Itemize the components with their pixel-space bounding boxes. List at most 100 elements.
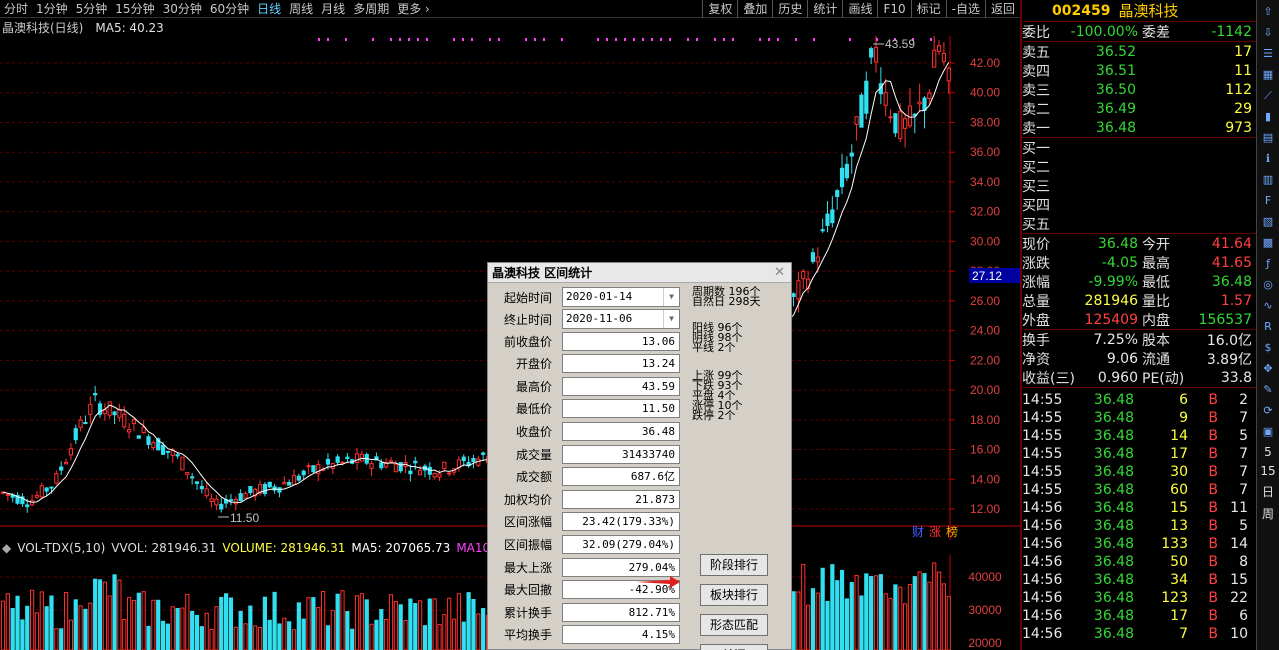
dialog-field-value[interactable]: 687.6亿 — [562, 467, 680, 487]
tool-tab-0[interactable]: 复权 — [702, 0, 737, 18]
sidebar-period-2[interactable]: 日 — [1262, 483, 1274, 500]
dialog-field-value[interactable]: 13.24 — [562, 354, 680, 374]
period-tab-4[interactable]: 30分钟 — [159, 0, 206, 18]
dialog-field-value[interactable]: 279.04% — [562, 557, 680, 577]
bid-row[interactable]: 买四 — [1022, 195, 1256, 214]
refresh-icon[interactable]: ⟳ — [1260, 403, 1276, 419]
tool-tab-7[interactable]: -自选 — [945, 0, 985, 18]
close-icon[interactable]: ✕ — [774, 265, 785, 280]
trend-icon[interactable]: ⟋ — [1260, 88, 1276, 104]
chart-icon[interactable]: ▩ — [1260, 235, 1276, 251]
tool-tab-4[interactable]: 画线 — [842, 0, 877, 18]
dialog-field-value[interactable]: 812.71% — [562, 602, 680, 622]
ask-row[interactable]: 卖二 36.49 29 — [1022, 99, 1256, 118]
bid-row[interactable]: 买二 — [1022, 157, 1256, 176]
period-tab-8[interactable]: 月线 — [317, 0, 349, 18]
period-tab-1[interactable]: 1分钟 — [32, 0, 72, 18]
pencil-icon[interactable]: ✎ — [1260, 382, 1276, 398]
dialog-button-0[interactable]: 阶段排行 — [700, 554, 768, 576]
info-icon[interactable]: ℹ — [1260, 151, 1276, 167]
volume-bar — [262, 596, 267, 650]
dialog-field-label: 开盘价 — [515, 357, 552, 372]
dialog-field-value[interactable]: 4.15% — [562, 625, 680, 645]
dollar-icon[interactable]: $ — [1260, 340, 1276, 356]
period-tab-9[interactable]: 多周期 — [349, 0, 393, 18]
ask-row[interactable]: 卖一 36.48 973 — [1022, 118, 1256, 137]
tool-tab-6[interactable]: 标记 — [910, 0, 946, 18]
news-icon[interactable]: ▧ — [1260, 214, 1276, 230]
volume-bar — [160, 620, 166, 650]
window-icon[interactable]: ▣ — [1260, 424, 1276, 440]
volume-bar — [199, 626, 204, 650]
candle-icon[interactable]: ▮ — [1260, 109, 1276, 125]
up-arrow-icon[interactable]: ⇧ — [1260, 4, 1276, 20]
list-icon[interactable]: ☰ — [1260, 46, 1276, 62]
ask-row[interactable]: 卖五 36.52 17 — [1022, 42, 1256, 61]
sidebar-period-0[interactable]: 5 — [1264, 445, 1272, 459]
candle-body — [437, 473, 442, 478]
down-arrow-icon[interactable]: ⇩ — [1260, 25, 1276, 41]
dialog-field-value[interactable]: 11.50 — [562, 399, 680, 419]
chevron-down-icon[interactable]: ▼ — [663, 310, 679, 328]
chevron-down-icon[interactable]: ▼ — [663, 288, 679, 306]
event-marker — [543, 38, 545, 41]
period-tab-10[interactable]: 更多 › — [393, 0, 434, 18]
tool-tab-8[interactable]: 返回 — [984, 0, 1020, 18]
tick-list[interactable]: 14:55 36.48 6 B 2 14:55 36.48 9 B 7 14:55 36.48 14 B 5… — [1022, 387, 1256, 643]
dialog-field-value[interactable]: 23.42(179.33%) — [562, 512, 680, 532]
bid-row[interactable]: 买一 — [1022, 138, 1256, 157]
volume-bar — [243, 623, 248, 650]
chart-badge-1[interactable]: 涨 — [929, 524, 941, 539]
bid-row[interactable]: 买三 — [1022, 176, 1256, 195]
dialog-field-value[interactable]: 21.873 — [562, 489, 680, 509]
ask-row[interactable]: 卖四 36.51 11 — [1022, 61, 1256, 80]
volume-bar — [190, 610, 195, 650]
period-tab-2[interactable]: 5分钟 — [72, 0, 112, 18]
tool-tab-3[interactable]: 统计 — [807, 0, 842, 18]
doc-icon[interactable]: ▥ — [1260, 172, 1276, 188]
chart-badge-0[interactable]: 财 — [912, 525, 924, 539]
grid-icon[interactable]: ▦ — [1260, 67, 1276, 83]
candle-body — [262, 483, 267, 495]
chart-badge-2[interactable]: 榜 — [946, 524, 958, 539]
period-tab-3[interactable]: 15分钟 — [111, 0, 158, 18]
target-icon[interactable]: ◎ — [1260, 277, 1276, 293]
dialog-button-3[interactable]: 关闭 — [700, 644, 768, 650]
tool-tab-5[interactable]: F10 — [877, 0, 910, 18]
dialog-field-row: 累计换手 812.71% — [498, 602, 680, 622]
period-tab-5[interactable]: 60分钟 — [206, 0, 253, 18]
event-marker — [714, 38, 716, 41]
dialog-field-value[interactable]: 13.06 — [562, 331, 680, 351]
dialog-field-value[interactable]: 32.09(279.04%) — [562, 534, 680, 554]
rsi-icon[interactable]: R — [1260, 319, 1276, 335]
dialog-button-2[interactable]: 形态匹配 — [700, 614, 768, 636]
end-time-select[interactable]: 2020-11-06 ▼ — [562, 309, 680, 329]
dialog-field-value[interactable]: 31433740 — [562, 444, 680, 464]
period-tab-0[interactable]: 分时 — [0, 0, 32, 18]
settings-circle-icon[interactable]: ◆ — [2, 541, 11, 555]
bid-row[interactable]: 买五 — [1022, 214, 1256, 233]
fx-icon[interactable]: ƒ — [1260, 256, 1276, 272]
start-time-select[interactable]: 2020-01-14 ▼ — [562, 287, 680, 307]
move-icon[interactable]: ✥ — [1260, 361, 1276, 377]
ask-row[interactable]: 卖三 36.50 112 — [1022, 80, 1256, 99]
event-marker — [408, 38, 410, 41]
vol-indicator-name[interactable]: VOL-TDX(5,10) — [17, 541, 105, 555]
event-marker — [876, 38, 878, 41]
period-tab-6[interactable]: 日线 — [253, 0, 285, 18]
volume-bar — [437, 624, 442, 650]
sidebar-period-3[interactable]: 周 — [1262, 505, 1274, 522]
sidebar-period-1[interactable]: 15 — [1260, 464, 1275, 478]
dialog-button-1[interactable]: 板块排行 — [700, 584, 768, 606]
stock-name: 晶澳科技 — [1118, 2, 1179, 20]
dialog-field-value[interactable]: 36.48 — [562, 421, 680, 441]
wave-icon[interactable]: ∿ — [1260, 298, 1276, 314]
table-icon[interactable]: ▤ — [1260, 130, 1276, 146]
tool-tab-2[interactable]: 历史 — [772, 0, 807, 18]
dialog-field-value[interactable]: 43.59 — [562, 376, 680, 396]
tool-tab-1[interactable]: 叠加 — [737, 0, 772, 18]
f10-icon[interactable]: F — [1260, 193, 1276, 209]
tick-price: 36.48 — [1093, 590, 1134, 606]
volume-bar — [888, 597, 893, 650]
period-tab-7[interactable]: 周线 — [285, 0, 317, 18]
